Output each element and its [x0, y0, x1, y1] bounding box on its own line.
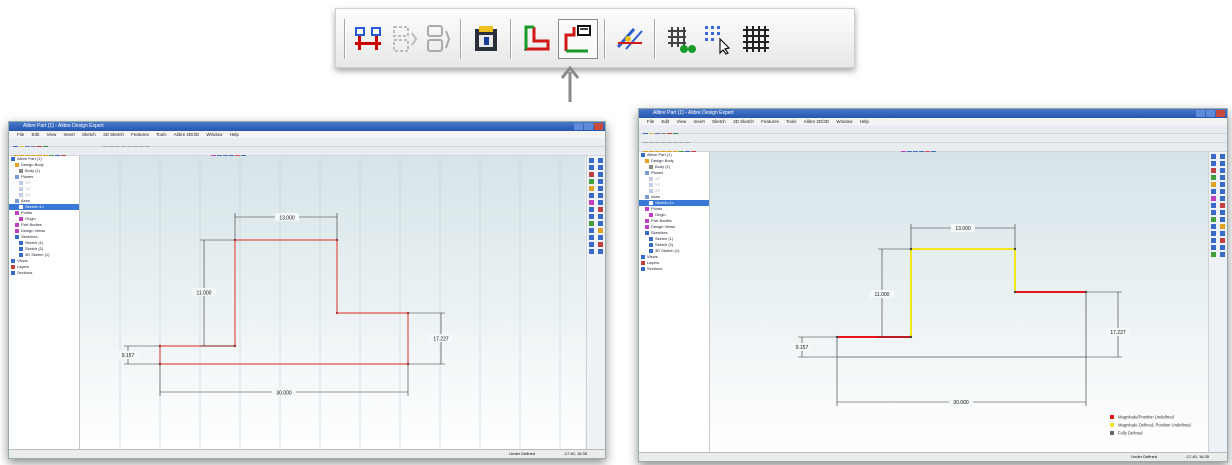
design-explorer: Alibre Part (1) Design Body Body (1) Pla… [639, 152, 710, 452]
right-tool-strip [1208, 152, 1227, 452]
legend-swatch-gray [1110, 431, 1114, 435]
minimize-button[interactable] [574, 123, 583, 130]
menu-tools[interactable]: Tools [786, 119, 797, 124]
dimension-top-label[interactable]: 13.000 [279, 216, 295, 222]
menu-help[interactable]: Help [860, 119, 869, 124]
menu-3d-sketch[interactable]: 3D Sketch [733, 119, 754, 124]
sketch-canvas[interactable]: 13.000 11.000 9.157 17.227 30.000 Magnit… [710, 152, 1209, 452]
alibre-window-status-display: Alibre Part (1) - Alibre Design Expert F… [638, 108, 1228, 462]
legend-swatch-yellow [1110, 423, 1114, 427]
sketch-profile[interactable] [159, 239, 409, 365]
dimension-riser-label[interactable]: 11.000 [197, 291, 212, 297]
dimension-top-label[interactable]: 13.000 [955, 226, 971, 232]
toolbar-separator [344, 19, 346, 59]
delete-relation-icon[interactable] [422, 23, 454, 55]
sketch-drawing: 13.000 11.000 9.157 17.227 30.000 [117, 156, 561, 449]
dimension-right-label[interactable]: 17.227 [1110, 330, 1126, 336]
menu-alibre-2d3d[interactable]: Alibre 2D/3D [804, 119, 830, 124]
menu-view[interactable]: View [677, 119, 687, 124]
toolbar-separator [460, 19, 462, 59]
dimension-bottom-label[interactable]: 30.000 [953, 400, 969, 406]
up-arrow-icon [560, 66, 580, 102]
right-tool-strip [586, 156, 605, 449]
minimize-button[interactable] [1196, 110, 1205, 117]
feature-toolbar [9, 147, 605, 160]
close-button[interactable] [594, 123, 603, 130]
dimension-bottom-label[interactable]: 30.000 [276, 391, 292, 397]
status-bar: Under Defined -17.40, 16.35 [639, 452, 1227, 461]
close-button[interactable] [1216, 110, 1225, 117]
menu-tools[interactable]: Tools [156, 132, 167, 137]
grid-settings-icon[interactable] [664, 23, 696, 55]
sketch-profile[interactable] [836, 248, 1087, 358]
sketch-canvas[interactable]: 13.000 11.000 9.157 17.227 30.000 [80, 156, 585, 449]
window-title: Alibre Part (1) - Alibre Design Expert [653, 110, 734, 116]
design-explorer: Alibre Part (1) Design Body Body (1) Pla… [9, 156, 80, 449]
menu-bar: File Edit View Insert Sketch 3D Sketch F… [9, 131, 605, 138]
sketch-toolbar [335, 8, 855, 68]
symmetric-relation-icon[interactable] [352, 23, 384, 55]
maximize-button[interactable] [1206, 110, 1215, 117]
legend-label-fully-defined: Fully Defined [1118, 431, 1143, 436]
maximize-button[interactable] [584, 123, 593, 130]
clipboard-icon[interactable] [470, 23, 502, 55]
legend-label-undefined: Magnitude/Position Undefined [1118, 415, 1175, 420]
status-bar: Under Defined -17.40, 16.35 [9, 449, 605, 458]
dimension-right-label[interactable]: 17.227 [433, 337, 449, 343]
standard-toolbar [9, 138, 605, 151]
tree-item[interactable]: Sections [639, 266, 709, 272]
sketch-status-text: Under Defined [509, 451, 535, 456]
snap-to-grid-icon[interactable] [702, 23, 734, 55]
menu-edit[interactable]: Edit [32, 132, 40, 137]
menu-sketch[interactable]: Sketch [712, 119, 726, 124]
cursor-coordinates: -17.40, 16.35 [563, 451, 587, 456]
menu-insert[interactable]: Insert [694, 119, 705, 124]
sketch-status-text: Under Defined [1131, 454, 1157, 459]
window-title-bar: Alibre Part (1) - Alibre Design Expert [9, 122, 605, 131]
menu-window[interactable]: Window [206, 132, 222, 137]
menu-file[interactable]: File [647, 119, 654, 124]
dimension-left-label[interactable]: 9.157 [796, 345, 809, 351]
menu-help[interactable]: Help [230, 132, 239, 137]
sketch-drawing: 13.000 11.000 9.157 17.227 30.000 Magnit… [791, 224, 1191, 436]
legend-label-magnitude-defined: Magnitude Defined, Position Undefined [1118, 423, 1191, 428]
menu-features[interactable]: Features [131, 132, 149, 137]
window-title: Alibre Part (1) - Alibre Design Expert [23, 123, 104, 129]
window-title-bar: Alibre Part (1) - Alibre Design Expert [639, 109, 1227, 118]
menu-window[interactable]: Window [836, 119, 852, 124]
menu-features[interactable]: Features [761, 119, 779, 124]
toolbar-separator [654, 19, 656, 59]
dimension-left-label[interactable]: 9.157 [122, 353, 135, 359]
fully-define-sketch-icon[interactable] [520, 23, 552, 55]
toolbar-separator [510, 19, 512, 59]
dimension-lines [798, 224, 1122, 406]
menu-bar: File Edit View Insert Sketch 3D Sketch F… [639, 118, 1227, 125]
menu-view[interactable]: View [47, 132, 57, 137]
standard-toolbar [639, 125, 1227, 138]
toolbar-separator [604, 19, 606, 59]
menu-3d-sketch[interactable]: 3D Sketch [103, 132, 124, 137]
menu-edit[interactable]: Edit [662, 119, 670, 124]
menu-alibre-2d3d[interactable]: Alibre 2D/3D [174, 132, 200, 137]
constraint-relation-icon[interactable] [388, 23, 420, 55]
alibre-window-under-defined: Alibre Part (1) - Alibre Design Expert F… [8, 121, 606, 459]
legend-swatch-red [1110, 415, 1114, 419]
tree-item[interactable]: Sections [9, 270, 79, 276]
menu-file[interactable]: File [17, 132, 24, 137]
cursor-coordinates: -17.40, 16.35 [1185, 454, 1209, 459]
sketch-toolbar-row [639, 134, 1227, 147]
display-sketch-status-icon[interactable] [562, 23, 594, 55]
grid-icon[interactable] [740, 23, 772, 55]
check-sketch-icon[interactable] [614, 23, 646, 55]
dimension-riser-label[interactable]: 11.000 [875, 292, 890, 298]
menu-insert[interactable]: Insert [64, 132, 75, 137]
feature-toolbar [639, 143, 1227, 156]
sketch-status-legend: Magnitude/Position Undefined Magnitude D… [1110, 415, 1191, 436]
menu-sketch[interactable]: Sketch [82, 132, 96, 137]
